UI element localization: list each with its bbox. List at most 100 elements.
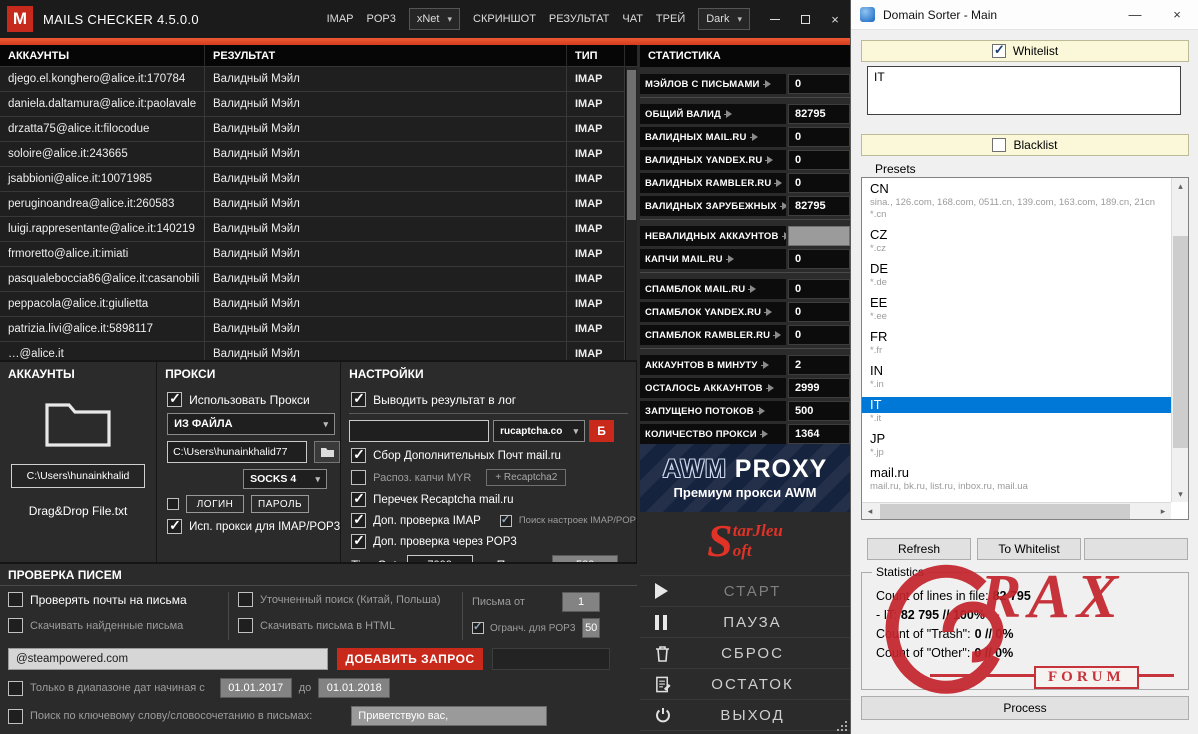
download-found-checkbox[interactable] (8, 618, 23, 633)
check-letters-checkbox[interactable] (8, 592, 23, 607)
minimize-button[interactable] (760, 0, 790, 38)
menu-chat[interactable]: ЧАТ (622, 13, 643, 25)
password-button[interactable]: ПАРОЛЬ (251, 495, 310, 513)
recognize-captcha-checkbox[interactable] (351, 470, 367, 485)
table-row[interactable]: …@alice.it Валидный Мэйл IMAP (0, 342, 637, 360)
start-button[interactable]: СТАРТ (640, 576, 850, 607)
recheck-recaptcha-checkbox[interactable] (351, 490, 367, 507)
pop3-limit-value[interactable]: 50 (582, 618, 600, 638)
close-button[interactable]: × (820, 0, 850, 38)
table-row[interactable]: drzatta75@alice.it:filocodue Валидный Мэ… (0, 117, 637, 142)
scroll-left-icon[interactable]: ◂ (862, 503, 878, 519)
proxy-for-imap-pop3-checkbox[interactable] (167, 517, 183, 534)
proxy-auth-checkbox[interactable] (167, 498, 180, 510)
refresh-button[interactable]: Refresh (867, 538, 971, 560)
table-row[interactable]: peruginoandrea@alice.it:260583 Валидный … (0, 192, 637, 217)
preset-item[interactable]: CZ *.cz (862, 224, 1171, 258)
imap-pop-settings-checkbox[interactable] (499, 513, 512, 527)
preset-item[interactable]: CN sina., 126.com, 168.com, 0511.cn, 139… (862, 178, 1171, 224)
whitelist-checkbox[interactable] (991, 42, 1006, 58)
keyword-search-checkbox[interactable] (8, 708, 23, 724)
table-row[interactable]: pasqualeboccia86@alice.it:casanobili Вал… (0, 267, 637, 292)
presets-horizontal-scrollbar[interactable]: ◂ ▸ (862, 502, 1171, 519)
exit-button[interactable]: ВЫХОД (640, 700, 850, 731)
table-row[interactable]: daniela.daltamura@alice.it:paolavale Вал… (0, 92, 637, 117)
scroll-up-icon[interactable]: ▴ (1172, 178, 1188, 194)
preset-item[interactable]: JP *.jp (862, 428, 1171, 462)
table-row[interactable]: peppacola@alice.it:giulietta Валидный Мэ… (0, 292, 637, 317)
column-header-result[interactable]: РЕЗУЛЬТАТ (205, 45, 567, 67)
table-row[interactable]: soloire@alice.it:243665 Валидный Мэйл IM… (0, 142, 637, 167)
query-input[interactable] (8, 648, 328, 670)
balance-button[interactable]: Б (589, 420, 615, 442)
theme-dropdown[interactable]: Dark ▾ (698, 8, 750, 30)
table-row[interactable]: patrizia.livi@alice.it:5898117 Валидный … (0, 317, 637, 342)
blacklist-toggle[interactable]: Blacklist (861, 134, 1189, 156)
xnet-dropdown[interactable]: xNet ▾ (408, 8, 461, 30)
menu-imap[interactable]: IMAP (327, 13, 354, 25)
login-button[interactable]: ЛОГИН (186, 495, 245, 513)
captcha-service-dropdown[interactable]: rucaptcha.co ▾ (493, 420, 586, 442)
log-output-checkbox[interactable] (351, 390, 367, 407)
collect-extra-mail-checkbox[interactable] (351, 446, 367, 463)
process-button[interactable]: Process (861, 696, 1189, 720)
remainder-button[interactable]: ОСТАТОК (640, 669, 850, 700)
awm-proxy-banner[interactable]: AWM PROXY Премиум прокси AWM (640, 444, 850, 512)
pause-button[interactable]: ПАУЗА (640, 607, 850, 638)
preset-item[interactable]: mail.ru mail.ru, bk.ru, list.ru, inbox.r… (862, 462, 1171, 496)
table-row[interactable]: luigi.rappresentante@alice.it:140219 Вал… (0, 217, 637, 242)
presets-vertical-scrollbar[interactable]: ▴ ▾ (1171, 178, 1188, 502)
captcha-key-input[interactable] (349, 420, 490, 442)
table-row[interactable]: djego.el.konghero@alice.it:170784 Валидн… (0, 67, 637, 92)
date-to-value[interactable]: 01.01.2018 (318, 678, 391, 698)
vertical-scrollbar-thumb[interactable] (1173, 236, 1188, 448)
whitelist-textarea[interactable]: IT (867, 66, 1181, 115)
pop3-check-checkbox[interactable] (351, 532, 367, 549)
column-header-accounts[interactable]: АККАУНТЫ (0, 45, 205, 67)
menu-pop3[interactable]: POP3 (367, 13, 396, 25)
preset-item[interactable]: FR *.fr (862, 326, 1171, 360)
menu-screenshot[interactable]: СКРИНШОТ (473, 13, 536, 25)
table-row[interactable]: jsabbioni@alice.it:10071985 Валидный Мэй… (0, 167, 637, 192)
blacklist-checkbox[interactable] (992, 138, 1007, 152)
letters-from-value[interactable]: 1 (562, 592, 600, 612)
keyword-value[interactable]: Приветствую вас, (351, 706, 548, 726)
horizontal-scrollbar-thumb[interactable] (880, 504, 1130, 519)
use-proxy-checkbox[interactable] (167, 390, 183, 407)
menu-result[interactable]: РЕЗУЛЬТАТ (549, 13, 609, 25)
date-from-value[interactable]: 01.01.2017 (219, 678, 292, 698)
menu-tray[interactable]: ТРЕЙ (656, 13, 685, 25)
sorter-minimize-button[interactable]: — (1114, 0, 1156, 30)
column-header-type[interactable]: ТИП (567, 45, 625, 67)
dragdrop-hint[interactable]: Drag&Drop File.txt (0, 504, 156, 518)
to-whitelist-button[interactable]: To Whitelist (977, 538, 1081, 560)
pop3-limit-checkbox[interactable] (472, 620, 484, 634)
proxy-source-dropdown[interactable]: ИЗ ФАЙЛА ▾ (167, 413, 336, 435)
recaptcha2-tag[interactable]: + Recaptcha2 (486, 469, 567, 486)
refined-search-checkbox[interactable] (238, 592, 253, 607)
proxy-type-dropdown[interactable]: SOCKS 4 ▾ (243, 469, 328, 489)
folder-icon[interactable] (44, 396, 112, 448)
sorter-close-button[interactable]: × (1156, 0, 1198, 30)
add-query-button[interactable]: ДОБАВИТЬ ЗАПРОС (337, 648, 483, 670)
preset-item[interactable]: DE *.de (862, 258, 1171, 292)
table-scrollbar-thumb[interactable] (627, 70, 636, 220)
resize-grip[interactable] (835, 719, 847, 731)
date-range-checkbox[interactable] (8, 680, 23, 696)
scroll-right-icon[interactable]: ▸ (1155, 503, 1171, 519)
download-html-checkbox[interactable] (238, 618, 253, 633)
reset-button[interactable]: СБРОС (640, 638, 850, 669)
table-row[interactable]: frmoretto@alice.it:imiati Валидный Мэйл … (0, 242, 637, 267)
cell-result: Валидный Мэйл (205, 342, 567, 360)
preset-item[interactable]: IT *.it (862, 394, 1171, 428)
preset-item[interactable]: IN *.in (862, 360, 1171, 394)
to-blacklist-button[interactable] (1084, 538, 1188, 560)
table-scrollbar[interactable] (625, 67, 637, 360)
proxy-path-input[interactable] (167, 441, 308, 463)
imap-check-checkbox[interactable] (351, 511, 367, 528)
scroll-down-icon[interactable]: ▾ (1172, 486, 1188, 502)
maximize-button[interactable] (790, 0, 820, 38)
proxy-browse-button[interactable] (314, 441, 341, 463)
whitelist-toggle[interactable]: Whitelist (861, 40, 1189, 62)
preset-item[interactable]: EE *.ee (862, 292, 1171, 326)
